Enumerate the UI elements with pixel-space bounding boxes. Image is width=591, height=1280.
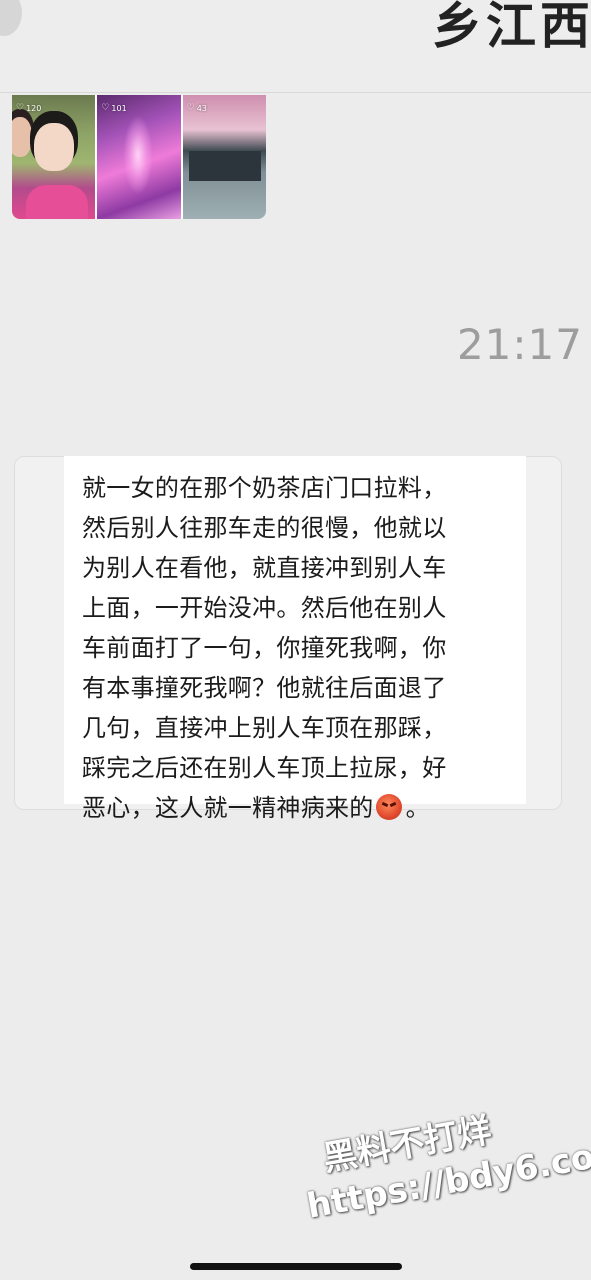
message-text: 恶心，这人就一精神病来的 xyxy=(82,794,374,822)
message-line: 几句，直接冲上别人车顶在那踩， xyxy=(82,714,447,742)
heart-icon: ♡ xyxy=(186,103,195,113)
chat-title: 乡江西 xyxy=(432,0,591,55)
message-line: 为别人在看他，就直接冲到别人车 xyxy=(82,554,447,582)
message-timestamp: 21:17 xyxy=(456,320,583,369)
message-line: 然后别人往那车走的很慢，他就以 xyxy=(82,514,447,542)
heart-icon: ♡ xyxy=(16,103,25,113)
storefront xyxy=(188,151,261,181)
chat-header: 乡江西 xyxy=(0,0,591,93)
message-line: 就一女的在那个奶茶店门口拉料， xyxy=(82,474,447,502)
like-badge: ♡ 120 xyxy=(16,103,41,113)
message-text: 。 xyxy=(405,794,430,822)
message-line-last: 恶心，这人就一精神病来的 。 xyxy=(82,788,516,828)
message-line: 踩完之后还在别人车顶上拉尿，好 xyxy=(82,754,447,782)
angry-face-icon xyxy=(375,794,402,820)
like-count: 120 xyxy=(26,103,42,113)
moments-thumbnail[interactable]: ♡ 120 xyxy=(12,95,96,219)
moments-thumbnail[interactable]: ♡ 101 xyxy=(97,95,181,219)
light-glow xyxy=(123,115,154,195)
person-figure xyxy=(34,123,74,171)
message-line: 车前面打了一句，你撞死我啊，你 xyxy=(82,634,447,662)
heart-icon: ♡ xyxy=(101,103,110,113)
like-count: 43 xyxy=(196,103,207,113)
moments-preview[interactable]: ♡ 120 ♡ 101 ♡ 43 xyxy=(12,95,266,219)
like-count: 101 xyxy=(111,103,127,113)
moments-thumbnail[interactable]: ♡ 43 xyxy=(182,95,266,219)
like-badge: ♡ 101 xyxy=(101,103,126,113)
message-line: 有本事撞死我啊？他就往后面退了 xyxy=(82,674,447,702)
like-badge: ♡ 43 xyxy=(187,103,207,113)
message-line: 上面，一开始没冲。然后他在别人 xyxy=(82,594,447,622)
back-button[interactable] xyxy=(0,0,22,36)
message-bubble[interactable]: 就一女的在那个奶茶店门口拉料， 然后别人往那车走的很慢，他就以 为别人在看他，就… xyxy=(64,456,526,822)
person-figure xyxy=(12,117,32,157)
home-indicator[interactable] xyxy=(190,1263,402,1270)
person-figure xyxy=(26,185,88,219)
watermark: 黑料不打烊 https://bdy6.co xyxy=(296,1092,591,1229)
